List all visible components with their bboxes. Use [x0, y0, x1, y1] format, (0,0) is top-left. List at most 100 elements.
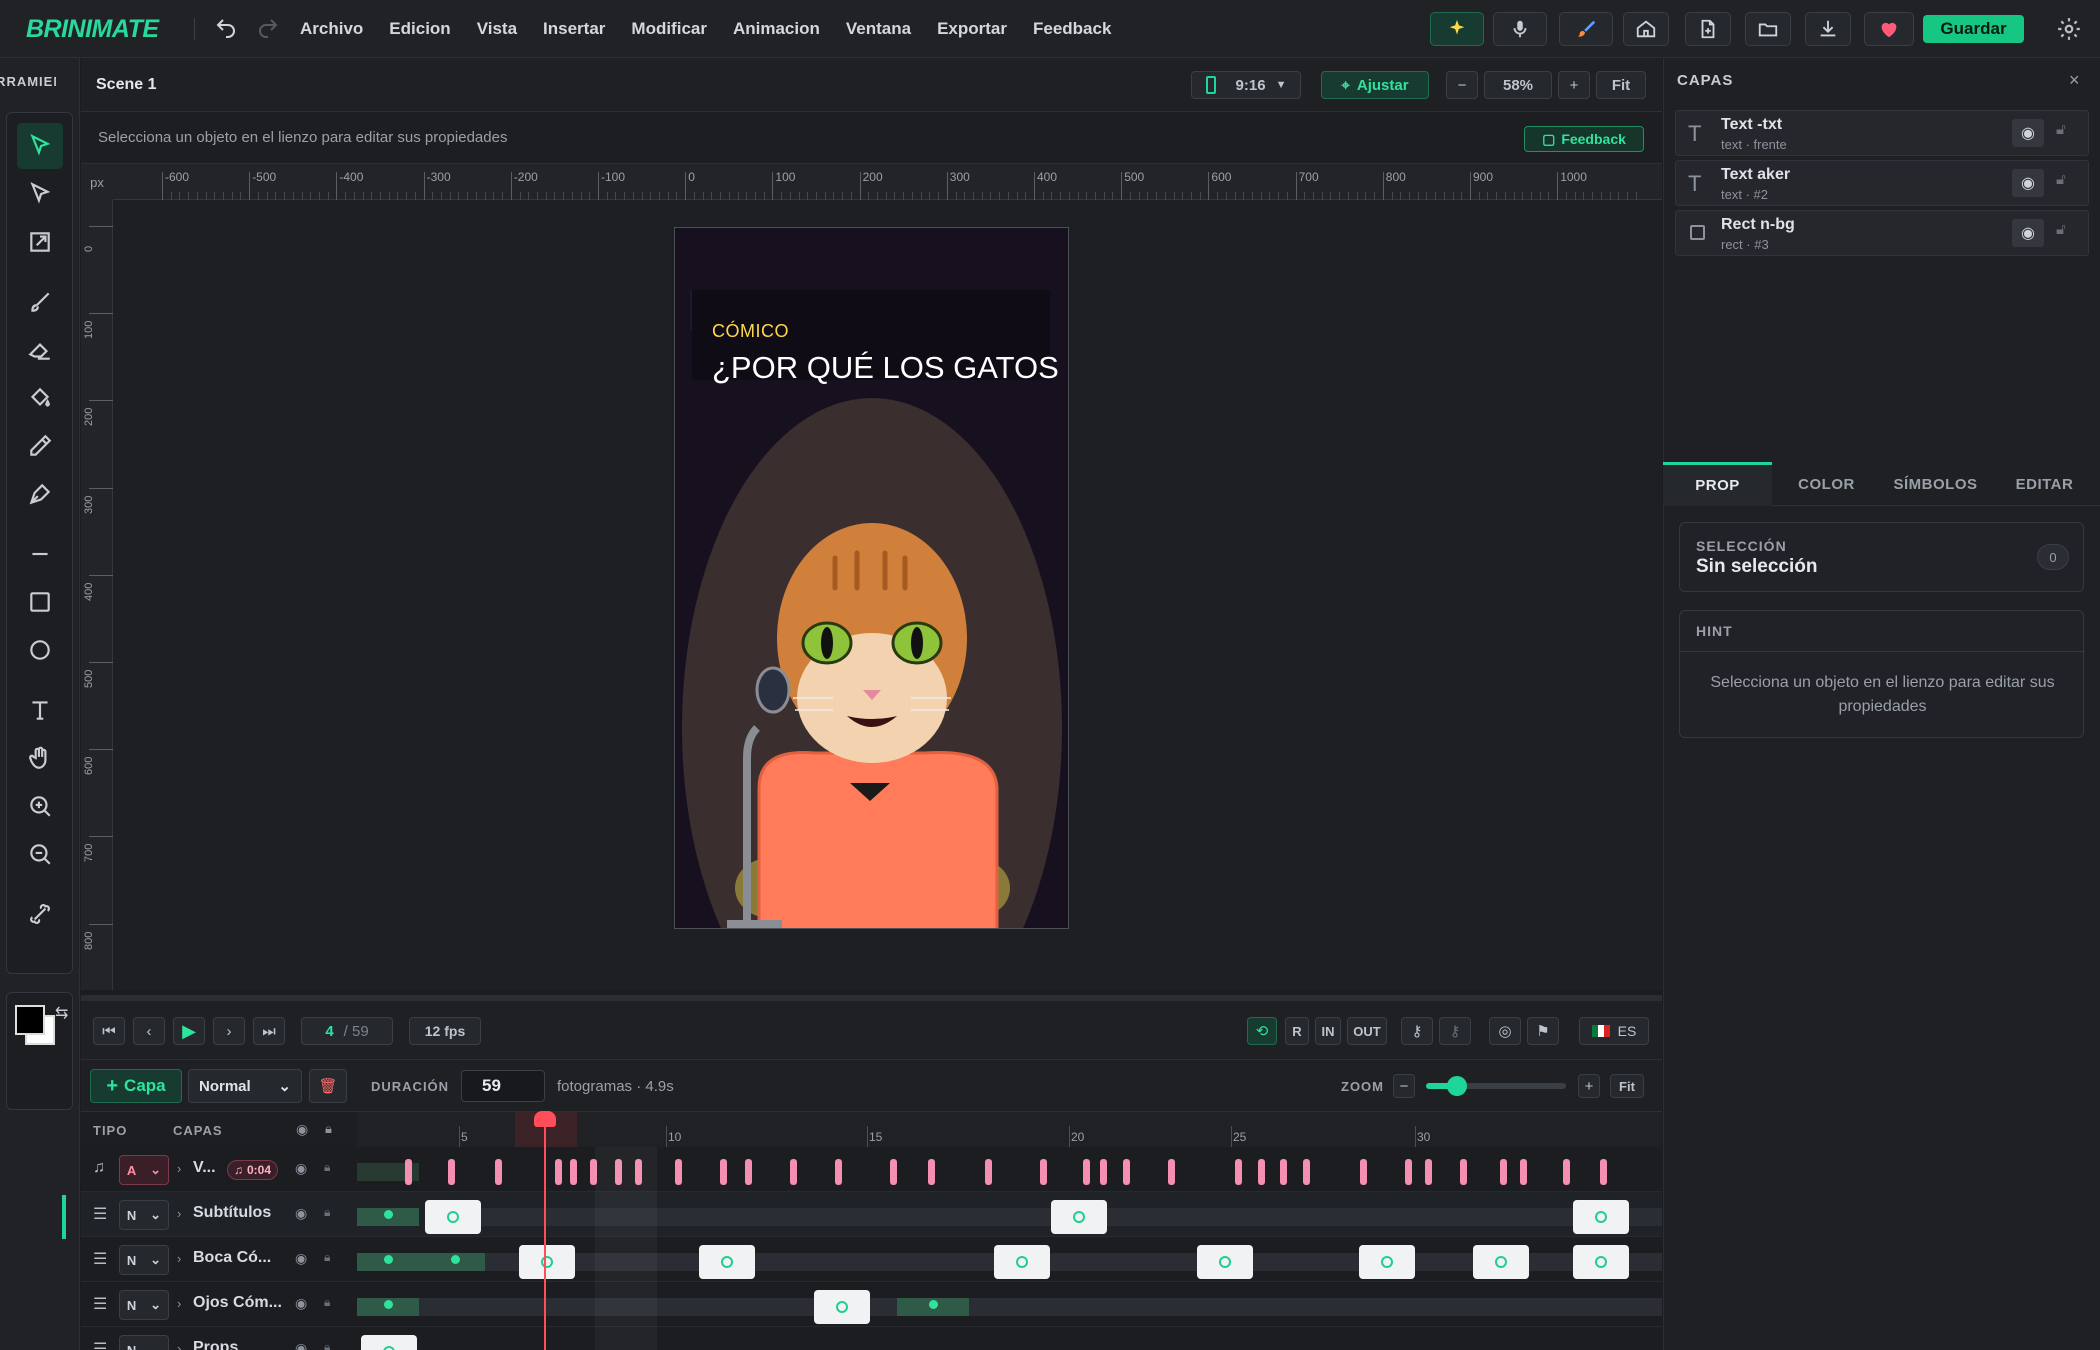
ellipse-tool[interactable] [17, 627, 63, 673]
menu-ventana[interactable]: Ventana [846, 19, 911, 39]
keyframe[interactable] [699, 1245, 755, 1279]
frame-counter[interactable]: 4/ 59 [301, 1017, 393, 1045]
audio-marker[interactable] [1563, 1159, 1570, 1185]
track-type-select[interactable]: N ⌄ [119, 1290, 169, 1320]
keyframe-dot[interactable] [384, 1255, 393, 1264]
playhead-line[interactable] [544, 1125, 546, 1350]
keyframe[interactable] [1573, 1245, 1629, 1279]
zoom-fit-button[interactable]: Fit [1596, 71, 1646, 99]
audio-marker[interactable] [1520, 1159, 1527, 1185]
keyframe-dot[interactable] [384, 1210, 393, 1219]
next-frame-icon[interactable]: › [213, 1017, 245, 1045]
add-layer-button[interactable]: + Capa [90, 1069, 182, 1103]
audio-marker[interactable] [1303, 1159, 1310, 1185]
flag-icon[interactable]: ⚑ [1527, 1017, 1559, 1045]
audio-marker[interactable] [790, 1159, 797, 1185]
blend-mode-select[interactable]: Normal ⌄ [188, 1069, 302, 1103]
expand-chevron-icon[interactable]: › [177, 1206, 181, 1221]
tag-text[interactable]: CÓMICO [712, 321, 789, 342]
eye-icon[interactable]: ◉ [295, 1205, 307, 1222]
direct-select-tool[interactable] [17, 171, 63, 217]
audio-marker[interactable] [1405, 1159, 1412, 1185]
keyframe[interactable] [1197, 1245, 1253, 1279]
brush-tool[interactable] [17, 279, 63, 325]
audio-marker[interactable] [1360, 1159, 1367, 1185]
eye-icon[interactable]: ◉ [2012, 119, 2044, 147]
expand-chevron-icon[interactable]: › [177, 1161, 181, 1176]
heart-button[interactable] [1864, 12, 1914, 46]
in-point-button[interactable]: IN [1315, 1017, 1341, 1045]
timeline-track[interactable]: ☰ N ⌄ › Boca Có... ◉ 🔒︎ [81, 1237, 1662, 1282]
keyframe[interactable] [1573, 1200, 1629, 1234]
eye-icon[interactable]: ◉ [296, 1121, 308, 1138]
fps-select[interactable]: 12 fps [409, 1017, 481, 1045]
mic-button[interactable] [1493, 12, 1547, 46]
track-name[interactable]: Boca Có... [193, 1249, 283, 1267]
close-icon[interactable]: × [2069, 70, 2080, 91]
audio-marker[interactable] [1100, 1159, 1107, 1185]
eye-icon[interactable]: ◉ [2012, 169, 2044, 197]
menu-edicion[interactable]: Edicion [389, 19, 450, 39]
track-span[interactable] [357, 1253, 485, 1271]
track-name[interactable]: Props [193, 1339, 283, 1350]
lock-icon[interactable]: 🔒︎ [324, 1205, 330, 1220]
tab-symbols[interactable]: SÍMBOLOS [1881, 462, 1990, 506]
track-type-select[interactable]: N ⌄ [119, 1335, 169, 1350]
keyframe[interactable] [1473, 1245, 1529, 1279]
settings-gear-icon[interactable] [2056, 16, 2082, 47]
audio-marker[interactable] [1083, 1159, 1090, 1185]
zoom-out-button[interactable]: − [1446, 71, 1478, 99]
keyframe-dot[interactable] [451, 1255, 460, 1264]
lock-icon[interactable]: 🔒︎ [324, 1340, 330, 1350]
out-point-button[interactable]: OUT [1347, 1017, 1387, 1045]
timeline-fit-button[interactable]: Fit [1610, 1074, 1644, 1098]
text-tool[interactable] [17, 687, 63, 733]
lock-icon[interactable]: 🔓︎ [2056, 221, 2066, 238]
menu-vista[interactable]: Vista [477, 19, 517, 39]
audio-marker[interactable] [1460, 1159, 1467, 1185]
delete-layer-icon[interactable]: 🗑︎ [309, 1069, 347, 1103]
keyframe-dot[interactable] [929, 1300, 938, 1309]
expand-chevron-icon[interactable]: › [177, 1296, 181, 1311]
keyframe[interactable] [519, 1245, 575, 1279]
track-type-select[interactable]: N ⌄ [119, 1245, 169, 1275]
audio-marker[interactable] [1123, 1159, 1130, 1185]
audio-marker[interactable] [405, 1159, 412, 1185]
rectangle-tool[interactable] [17, 579, 63, 625]
eraser-tool[interactable] [17, 327, 63, 373]
audio-marker[interactable] [555, 1159, 562, 1185]
zoom-level[interactable]: 58% [1484, 71, 1552, 99]
track-name[interactable]: Ojos Cóm... [193, 1294, 283, 1312]
loop-icon[interactable]: ⟲ [1247, 1017, 1277, 1045]
feedback-button[interactable]: ▢ Feedback [1524, 126, 1644, 152]
line-tool[interactable] [17, 531, 63, 577]
play-icon[interactable]: ▶ [173, 1017, 205, 1045]
language-select[interactable]: ES [1579, 1017, 1649, 1045]
track-span[interactable] [357, 1298, 1662, 1316]
audio-marker[interactable] [720, 1159, 727, 1185]
app-logo[interactable]: BRINIMATE [26, 8, 159, 50]
timeline-track[interactable]: ♫ A ⌄ › V... ♫ 0:04 ◉ 🔒︎ [81, 1147, 1662, 1192]
first-frame-icon[interactable]: ⏮ [93, 1017, 125, 1045]
audio-marker[interactable] [675, 1159, 682, 1185]
eye-icon[interactable]: ◉ [295, 1295, 307, 1312]
track-type-select[interactable]: N ⌄ [119, 1200, 169, 1230]
key-icon[interactable]: ⚷ [1401, 1017, 1433, 1045]
home-button[interactable] [1623, 12, 1669, 46]
key-remove-icon[interactable]: ⚷ [1439, 1017, 1471, 1045]
swap-colors-icon[interactable]: ⇆ [55, 1003, 68, 1023]
audio-marker[interactable] [495, 1159, 502, 1185]
audio-marker[interactable] [570, 1159, 577, 1185]
track-type-select[interactable]: A ⌄ [119, 1155, 169, 1185]
zoom-out-tool[interactable] [17, 831, 63, 877]
lock-icon[interactable]: 🔒︎ [324, 1160, 330, 1175]
keyframe[interactable] [1359, 1245, 1415, 1279]
eye-icon[interactable]: ◉ [295, 1160, 307, 1177]
eye-icon[interactable]: ◉ [295, 1340, 307, 1350]
aspect-ratio-select[interactable]: 9:16 ▼ [1191, 71, 1301, 99]
artboard[interactable]: CÓMICO ¿POR QUÉ LOS GATOS [674, 227, 1069, 929]
keyframe[interactable] [994, 1245, 1050, 1279]
fit-adjust-button[interactable]: ⌖ Ajustar [1321, 71, 1429, 99]
keyframe[interactable] [814, 1290, 870, 1324]
current-frame-column[interactable] [595, 1147, 657, 1350]
